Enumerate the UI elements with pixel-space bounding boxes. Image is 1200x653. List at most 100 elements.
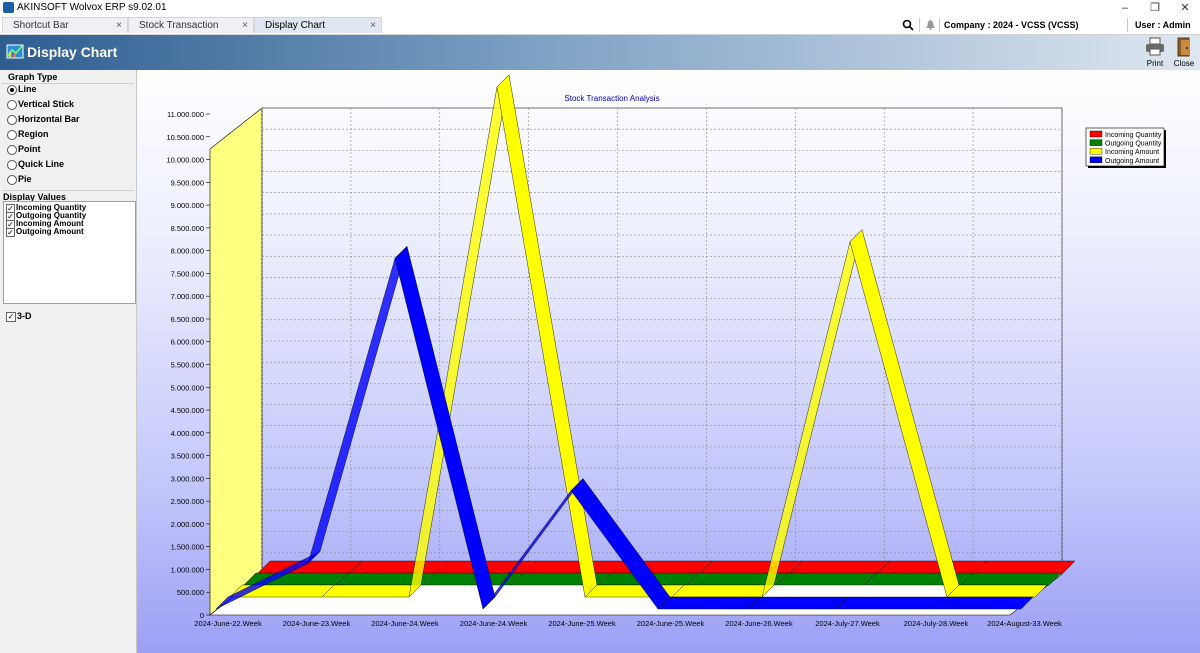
series-segment	[321, 584, 422, 598]
user-label: User : Admin	[1135, 20, 1191, 30]
series-segment	[877, 560, 988, 574]
series-segment	[849, 229, 960, 598]
radio-label: Line	[18, 84, 37, 94]
y-tick-label: 2.500.000	[171, 497, 204, 506]
bell-icon[interactable]	[926, 20, 935, 30]
y-tick-label: 10.000.000	[166, 156, 204, 165]
series-segment	[835, 596, 946, 610]
series-segment	[657, 596, 761, 610]
legend-label: Outgoing Amount	[1105, 158, 1159, 165]
tab-display-chart[interactable]: Display Chart ×	[254, 17, 382, 33]
print-button[interactable]: Print	[1142, 37, 1168, 69]
y-tick-label: 10.500.000	[166, 133, 204, 142]
page-title: Display Chart	[27, 44, 118, 60]
radio-button[interactable]	[7, 160, 17, 170]
checkbox[interactable]: ✓	[6, 228, 15, 237]
legend-swatch	[1089, 147, 1103, 155]
x-tick-label: 2024-June-25.Week	[637, 619, 705, 628]
y-tick-label: 7.500.000	[171, 269, 204, 278]
app-title: AKINSOFT Wolvox ERP s9.02.01	[17, 2, 167, 13]
tab-close-icon[interactable]: ×	[116, 18, 122, 34]
y-tick-label: 500.000	[177, 588, 204, 597]
series-segment	[496, 74, 598, 598]
x-tick-label: 2024-June-24.Week	[371, 619, 439, 628]
series-segment	[761, 229, 863, 598]
door-exit-icon	[1177, 37, 1190, 57]
y-tick-label: 1.500.000	[171, 543, 204, 552]
legend-label: Incoming Quantity	[1105, 132, 1162, 139]
radio-button[interactable]	[7, 100, 17, 110]
series-segment	[699, 560, 803, 574]
series-segment	[932, 596, 1034, 610]
y-tick-label: 5.000.000	[171, 383, 204, 392]
radio-button[interactable]	[7, 130, 17, 140]
legend-label: Incoming Amount	[1105, 149, 1159, 156]
series-segment	[394, 245, 496, 610]
x-tick-label: 2024-June-22.Week	[194, 619, 262, 628]
radio-label: Region	[18, 129, 49, 139]
series-segment	[789, 560, 891, 574]
y-tick-label: 8.500.000	[171, 224, 204, 233]
x-tick-label: 2024-June-26.Week	[725, 619, 793, 628]
print-label: Print	[1146, 59, 1164, 68]
radio-label: Vertical Stick	[18, 99, 75, 109]
page-header: Display Chart Print Close	[0, 35, 1200, 70]
tab-label: Shortcut Bar	[13, 20, 69, 31]
app-logo-icon	[3, 2, 14, 13]
y-tick-label: 6.500.000	[171, 315, 204, 324]
stock-chart: 0500.0001.000.0001.500.0002.000.0002.500…	[166, 74, 1166, 628]
series-segment	[671, 584, 775, 598]
series-segment	[775, 572, 877, 586]
x-tick-label: 2024-June-24.Week	[460, 619, 528, 628]
radio-label: Point	[18, 144, 41, 154]
series-segment	[974, 560, 1076, 574]
chart-panel: 0 500.000 1.000.000 1.500.000 2.000.000 2.500…	[137, 70, 1200, 653]
y-tick-label: 9.000.000	[171, 201, 204, 210]
graph-type-title: Graph Type	[8, 72, 58, 82]
y-tick-label: 5.500.000	[171, 361, 204, 370]
search-icon[interactable]	[902, 19, 914, 31]
series-segment	[946, 584, 1048, 598]
series-segment	[584, 584, 685, 598]
y-tick-label: 9.500.000	[171, 178, 204, 187]
checkbox-label: 3-D	[17, 311, 32, 321]
tab-stock-transaction-analysis[interactable]: Stock Transaction Analysis ×	[128, 17, 254, 47]
divider	[919, 18, 920, 32]
chart-icon	[6, 44, 24, 59]
close-label: Close	[1173, 59, 1195, 68]
series-segment	[960, 572, 1062, 586]
y-tick-label: 1.000.000	[171, 565, 204, 574]
radio-button[interactable]	[7, 115, 17, 125]
x-tick-label: 2024-July-28.Week	[904, 619, 969, 628]
y-tick-label: 3.500.000	[171, 452, 204, 461]
radio-label: Horizontal Bar	[18, 114, 80, 124]
radio-label: Pie	[18, 174, 32, 184]
close-window-button[interactable]: ✕	[1170, 0, 1200, 16]
radio-button[interactable]	[7, 145, 17, 155]
restore-button[interactable]: ❐	[1140, 0, 1170, 16]
y-tick-label: 3.000.000	[171, 474, 204, 483]
display-values-list[interactable]: ✓ Incoming Quantity ✓ Outgoing Quantity ✓ I…	[3, 201, 136, 304]
tab-close-icon[interactable]: ×	[242, 18, 248, 34]
x-tick-label: 2024-June-23.Week	[283, 619, 351, 628]
tab-label: Display Chart	[265, 20, 326, 31]
checkbox-label: Outgoing Amount	[16, 227, 84, 236]
x-tick-label: 2024-June-25.Week	[548, 619, 616, 628]
y-tick-label: 7.000.000	[171, 292, 204, 301]
printer-icon	[1146, 37, 1164, 56]
series-segment	[349, 560, 450, 574]
tab-shortcut-bar[interactable]: Shortcut Bar ×	[2, 17, 128, 33]
radio-button[interactable]	[7, 175, 17, 185]
minimize-button[interactable]: –	[1110, 0, 1140, 16]
radio-button[interactable]	[7, 85, 17, 95]
y-tick-label: 4.000.000	[171, 429, 204, 438]
close-button[interactable]: Close	[1171, 37, 1197, 69]
checkbox[interactable]: ✓	[6, 312, 16, 322]
series-segment	[524, 560, 626, 574]
y-tick-label: 6.000.000	[171, 338, 204, 347]
company-label: Company : 2024 - VCSS (VCSS)	[944, 20, 1079, 30]
radio-label: Quick Line	[18, 159, 65, 169]
divider	[939, 18, 940, 32]
legend-swatch	[1089, 156, 1103, 164]
tab-close-icon[interactable]: ×	[370, 18, 376, 34]
